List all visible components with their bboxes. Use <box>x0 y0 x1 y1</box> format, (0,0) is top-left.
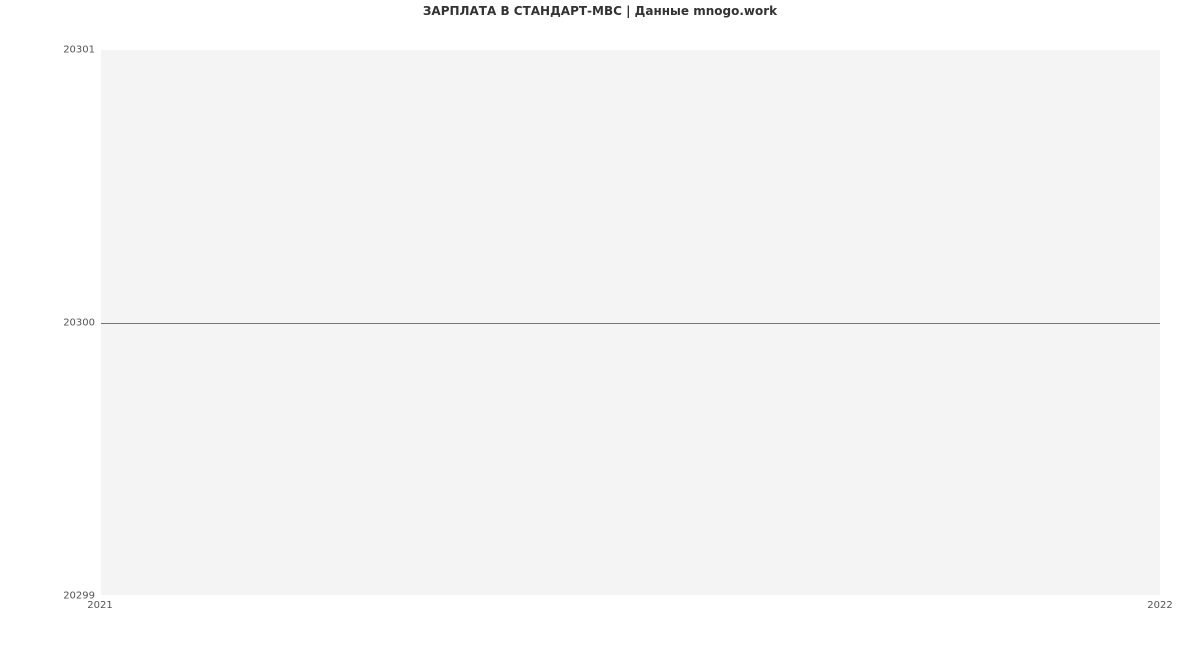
x-tick-label: 2021 <box>87 600 112 611</box>
data-line <box>101 323 1160 324</box>
y-tick-label: 20300 <box>5 318 95 329</box>
y-tick-label: 20299 <box>5 591 95 602</box>
chart-title: ЗАРПЛАТА В СТАНДАРТ-МВС | Данные mnogo.w… <box>0 4 1200 18</box>
plot-area <box>100 50 1160 596</box>
chart-container: ЗАРПЛАТА В СТАНДАРТ-МВС | Данные mnogo.w… <box>0 0 1200 650</box>
x-tick-label: 2022 <box>1147 600 1172 611</box>
y-tick-label: 20301 <box>5 45 95 56</box>
